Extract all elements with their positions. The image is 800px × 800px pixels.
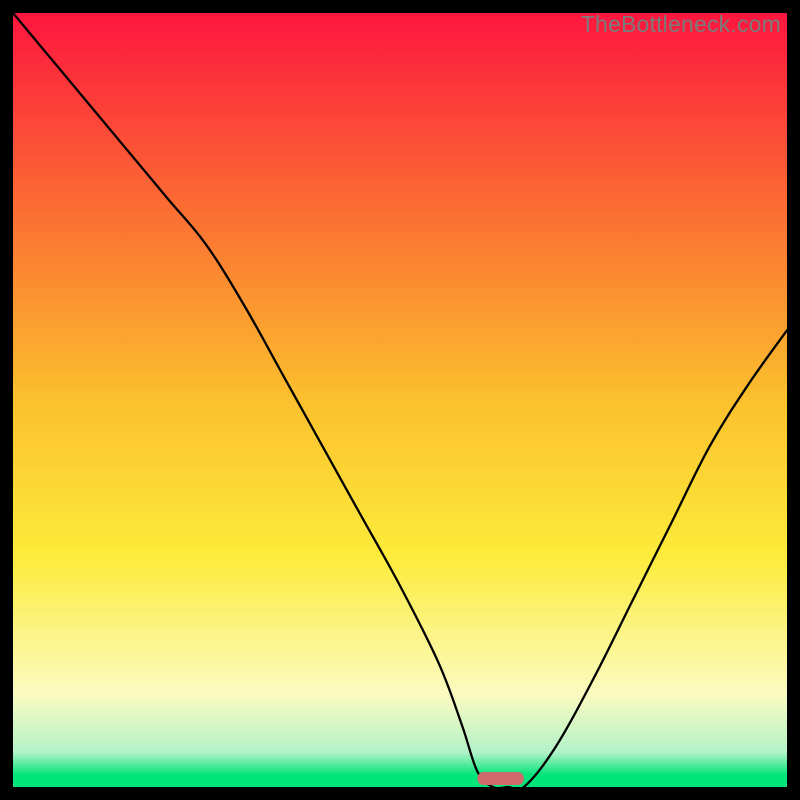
- chart-background-gradient: [13, 13, 787, 787]
- bottleneck-chart: [13, 13, 787, 787]
- optimal-zone-marker: [477, 772, 523, 785]
- watermark-text: TheBottleneck.com: [581, 11, 781, 38]
- chart-frame: TheBottleneck.com: [13, 13, 787, 787]
